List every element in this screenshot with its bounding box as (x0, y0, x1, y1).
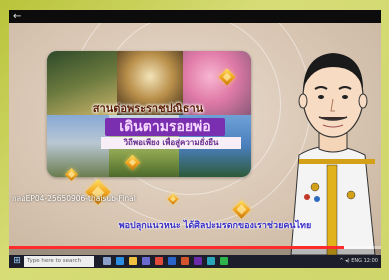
word-icon[interactable] (168, 257, 176, 265)
taskbar-search-input[interactable]: Type here to search (24, 256, 94, 267)
task-view-icon[interactable] (103, 257, 111, 265)
windows-start-icon[interactable]: ⊞ (11, 256, 23, 267)
system-tray[interactable]: ^ ◂) ENG 12:00 (339, 256, 378, 267)
video-subline: วิถีพอเพียง เพื่อสู่ความยั่งยืน (101, 137, 241, 149)
windows-taskbar: ⊞ Type here to search ^ ◂) ENG 12:00 (9, 255, 381, 268)
powerpoint-icon[interactable] (181, 257, 189, 265)
collage-tile-temple (47, 115, 109, 177)
filename-caption: กลอEP04-25650906-thaisub-Final (12, 194, 136, 203)
video-app-icon[interactable] (194, 257, 202, 265)
chrome-icon[interactable] (155, 257, 163, 265)
video-headline: เดินตามรอยพ่อ (105, 118, 225, 136)
screen: ← สานต่อพระราชปณิธาน เดินตามรอยพ่อ วิถีพ… (9, 10, 381, 268)
video-title-line: สานต่อพระราชปณิธาน (92, 102, 204, 115)
file-explorer-icon[interactable] (129, 257, 137, 265)
player-top-bar: ← (9, 10, 381, 23)
video-frame[interactable]: สานต่อพระราชปณิธาน เดินตามรอยพ่อ วิถีพอเ… (9, 23, 381, 255)
store-icon[interactable] (142, 257, 150, 265)
back-arrow-icon[interactable]: ← (13, 11, 21, 22)
line-app-icon[interactable] (220, 257, 228, 265)
photos-icon[interactable] (207, 257, 215, 265)
video-subtitle: พอปลุกแนวหนะ ได้ศิลปะมรดกของเราช่วยคนไทย (118, 221, 312, 231)
edge-browser-icon[interactable] (116, 257, 124, 265)
